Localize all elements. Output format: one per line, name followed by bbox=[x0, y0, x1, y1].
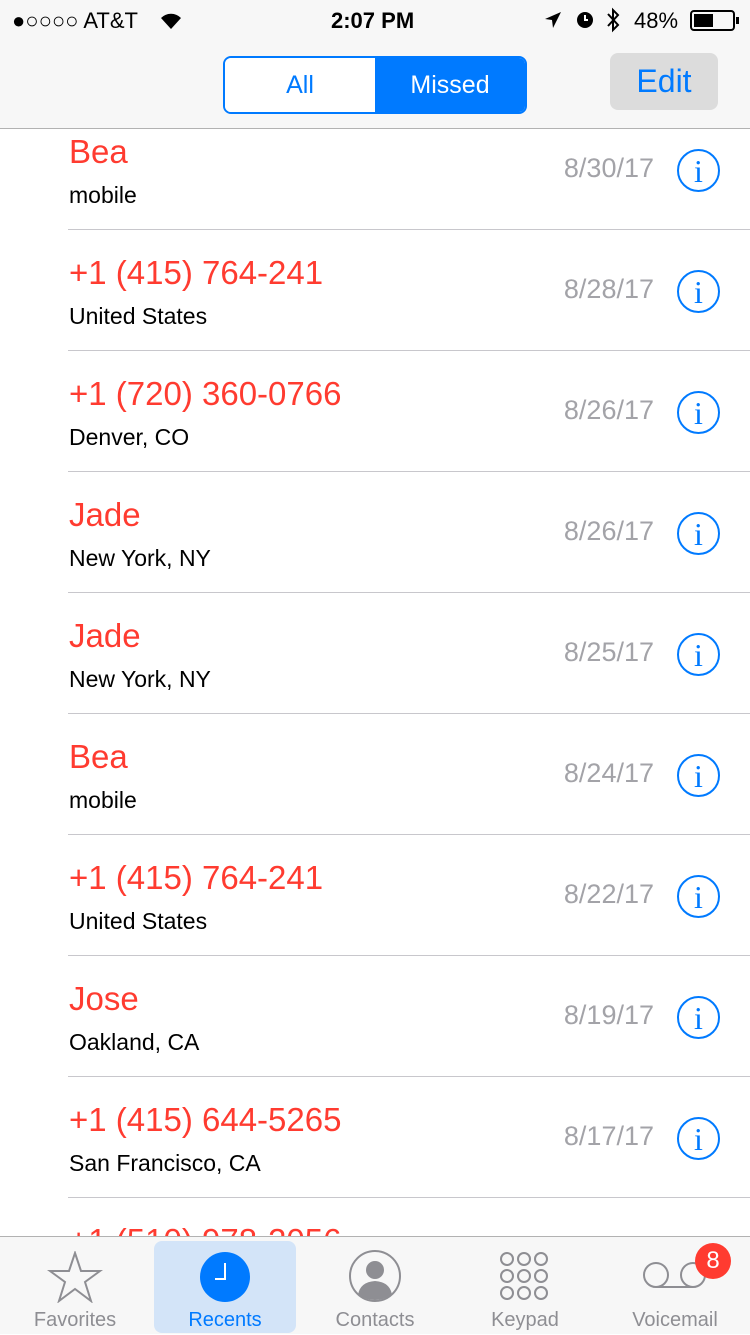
tab-label: Contacts bbox=[335, 1309, 415, 1331]
caller-detail: mobile bbox=[69, 787, 137, 813]
caller-detail: United States bbox=[69, 303, 208, 329]
caller-name: +1 (415) 764-241 bbox=[69, 859, 324, 896]
info-icon[interactable]: i bbox=[677, 875, 720, 918]
call-date: 8/19/17 bbox=[563, 1000, 654, 1030]
call-row[interactable]: +1 (720) 360-0766 Denver, CO 8/26/17 i bbox=[0, 351, 750, 472]
keypad-icon bbox=[500, 1252, 548, 1300]
recents-list: Bea mobile 8/30/17 i +1 (415) 764-241 Uni… bbox=[0, 109, 750, 1319]
bluetooth-icon bbox=[607, 7, 620, 33]
location-icon bbox=[545, 12, 561, 28]
edit-button[interactable]: Edit bbox=[610, 53, 718, 110]
person-icon bbox=[349, 1250, 401, 1302]
info-icon[interactable]: i bbox=[677, 633, 720, 676]
call-row[interactable]: Jose Oakland, CA 8/19/17 i bbox=[0, 956, 750, 1077]
calls-filter-segmented-control: All Missed bbox=[223, 56, 527, 114]
call-row[interactable]: +1 (415) 644-5265 San Francisco, CA 8/17… bbox=[0, 1077, 750, 1198]
tab-recents[interactable]: Recents bbox=[154, 1241, 296, 1333]
call-row[interactable]: Bea mobile 8/24/17 i bbox=[0, 714, 750, 835]
battery-icon bbox=[690, 10, 739, 31]
wifi-icon bbox=[161, 13, 181, 29]
call-row[interactable]: Jade New York, NY 8/26/17 i bbox=[0, 472, 750, 593]
tab-favorites[interactable]: Favorites bbox=[0, 1237, 150, 1335]
call-row[interactable]: +1 (415) 764-241 United States 8/22/17 i bbox=[0, 835, 750, 956]
clock: 2:07 PM bbox=[331, 8, 415, 33]
caller-detail: New York, NY bbox=[69, 666, 211, 692]
tab-label: Keypad bbox=[491, 1309, 559, 1331]
caller-name: +1 (720) 360-0766 bbox=[69, 375, 342, 412]
carrier: ●○○○○ AT&T bbox=[12, 8, 138, 33]
tab-label: Recents bbox=[188, 1309, 262, 1331]
clock-icon bbox=[200, 1252, 250, 1302]
caller-detail: Oakland, CA bbox=[69, 1029, 200, 1055]
info-icon[interactable]: i bbox=[677, 512, 720, 555]
caller-detail: Denver, CO bbox=[69, 424, 190, 450]
tab-bar: Favorites Recents Contacts Keypad Voicem… bbox=[0, 1236, 750, 1334]
caller-detail: United States bbox=[69, 908, 208, 934]
info-icon[interactable]: i bbox=[677, 149, 720, 192]
info-icon[interactable]: i bbox=[677, 754, 720, 797]
call-date: 8/17/17 bbox=[563, 1121, 654, 1151]
caller-name: Bea bbox=[69, 133, 128, 170]
info-icon[interactable]: i bbox=[677, 996, 720, 1039]
call-row[interactable]: Jade New York, NY 8/25/17 i bbox=[0, 593, 750, 714]
call-date: 8/28/17 bbox=[563, 274, 654, 304]
tab-label: Favorites bbox=[33, 1309, 117, 1331]
battery-percent: 48% bbox=[634, 8, 679, 33]
caller-name: +1 (415) 764-241 bbox=[69, 254, 324, 291]
tab-keypad[interactable]: Keypad bbox=[450, 1237, 600, 1335]
info-icon[interactable]: i bbox=[677, 1117, 720, 1160]
call-date: 8/26/17 bbox=[563, 395, 654, 425]
info-icon[interactable]: i bbox=[677, 391, 720, 434]
call-date: 8/24/17 bbox=[563, 758, 654, 788]
call-date: 8/30/17 bbox=[563, 153, 654, 183]
info-icon[interactable]: i bbox=[677, 270, 720, 313]
call-date: 8/26/17 bbox=[563, 516, 654, 546]
caller-name: Jose bbox=[69, 980, 139, 1017]
alarm-icon bbox=[577, 12, 593, 28]
call-date: 8/25/17 bbox=[563, 637, 654, 667]
caller-detail: mobile bbox=[69, 182, 137, 208]
caller-name: +1 (415) 644-5265 bbox=[69, 1101, 342, 1138]
call-row[interactable]: +1 (415) 764-241 United States 8/28/17 i bbox=[0, 230, 750, 351]
caller-name: Jade bbox=[69, 617, 141, 654]
caller-name: Jade bbox=[69, 496, 141, 533]
segment-all[interactable]: All bbox=[225, 58, 375, 112]
nav-header: ●○○○○ AT&T 2:07 PM 48% All Missed Edit bbox=[0, 0, 750, 129]
caller-detail: San Francisco, CA bbox=[69, 1150, 261, 1176]
tab-label: Voicemail bbox=[632, 1309, 718, 1331]
caller-name: Bea bbox=[69, 738, 128, 775]
segment-missed[interactable]: Missed bbox=[375, 58, 525, 112]
tab-contacts[interactable]: Contacts bbox=[300, 1237, 450, 1335]
voicemail-badge: 8 bbox=[695, 1243, 731, 1279]
caller-detail: New York, NY bbox=[69, 545, 211, 571]
star-icon bbox=[47, 1251, 103, 1303]
call-date: 8/22/17 bbox=[563, 879, 654, 909]
